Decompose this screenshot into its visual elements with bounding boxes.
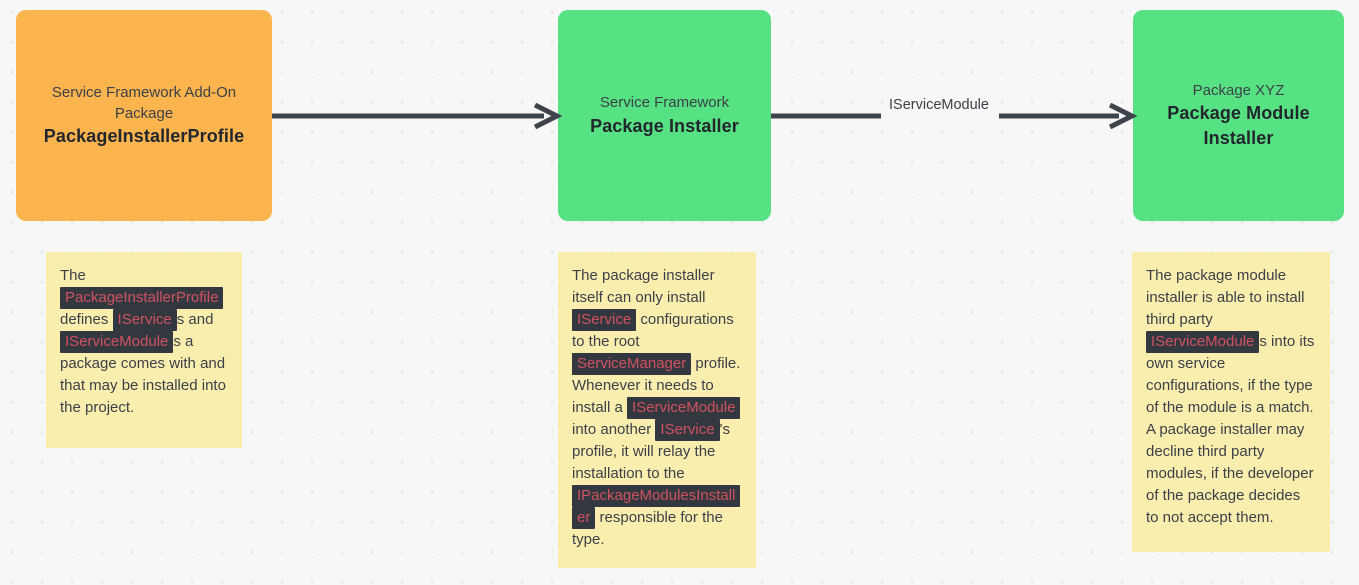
note-package-module-installer: The package module installer is able to … (1132, 252, 1330, 552)
inline-code: IServiceModule (1146, 331, 1260, 353)
node-subtitle: Service Framework (599, 94, 730, 112)
inline-code: IService (572, 309, 637, 331)
node-package-module-installer[interactable]: Package XYZ Package Module Installer (1133, 10, 1344, 221)
node-package-installer[interactable]: Service Framework Package Installer (558, 10, 771, 221)
inline-code: IServiceModule (60, 331, 174, 353)
arrow-installer-to-module-installer-segment-left (771, 113, 881, 119)
edge-label-iservicemodule: IServiceModule (889, 97, 989, 113)
node-title: Package Module Installer (1167, 102, 1310, 149)
arrow-profile-to-installer (272, 103, 562, 129)
node-package-installer-profile[interactable]: Service Framework Add-On Package Package… (16, 10, 272, 221)
inline-code: IPackageModulesInstaller (572, 485, 741, 529)
node-subtitle: Service Framework Add-On Package (51, 83, 237, 122)
diagram-canvas: Service Framework Add-On Package Package… (0, 0, 1359, 585)
note-package-installer-profile: The PackageInstallerProfile defines ISer… (46, 252, 242, 448)
node-subtitle: Package XYZ (1192, 81, 1285, 99)
node-title: PackageInstallerProfile (43, 126, 245, 147)
node-title: Package Installer (590, 115, 739, 136)
note-package-installer: The package installer itself can only in… (558, 252, 756, 568)
inline-code: IService (112, 309, 177, 331)
inline-code: PackageInstallerProfile (60, 287, 224, 309)
inline-code: ServiceManager (572, 353, 692, 375)
arrow-installer-to-module-installer-segment-right (999, 103, 1137, 129)
inline-code: IService (655, 419, 720, 441)
inline-code: IServiceModule (627, 397, 741, 419)
